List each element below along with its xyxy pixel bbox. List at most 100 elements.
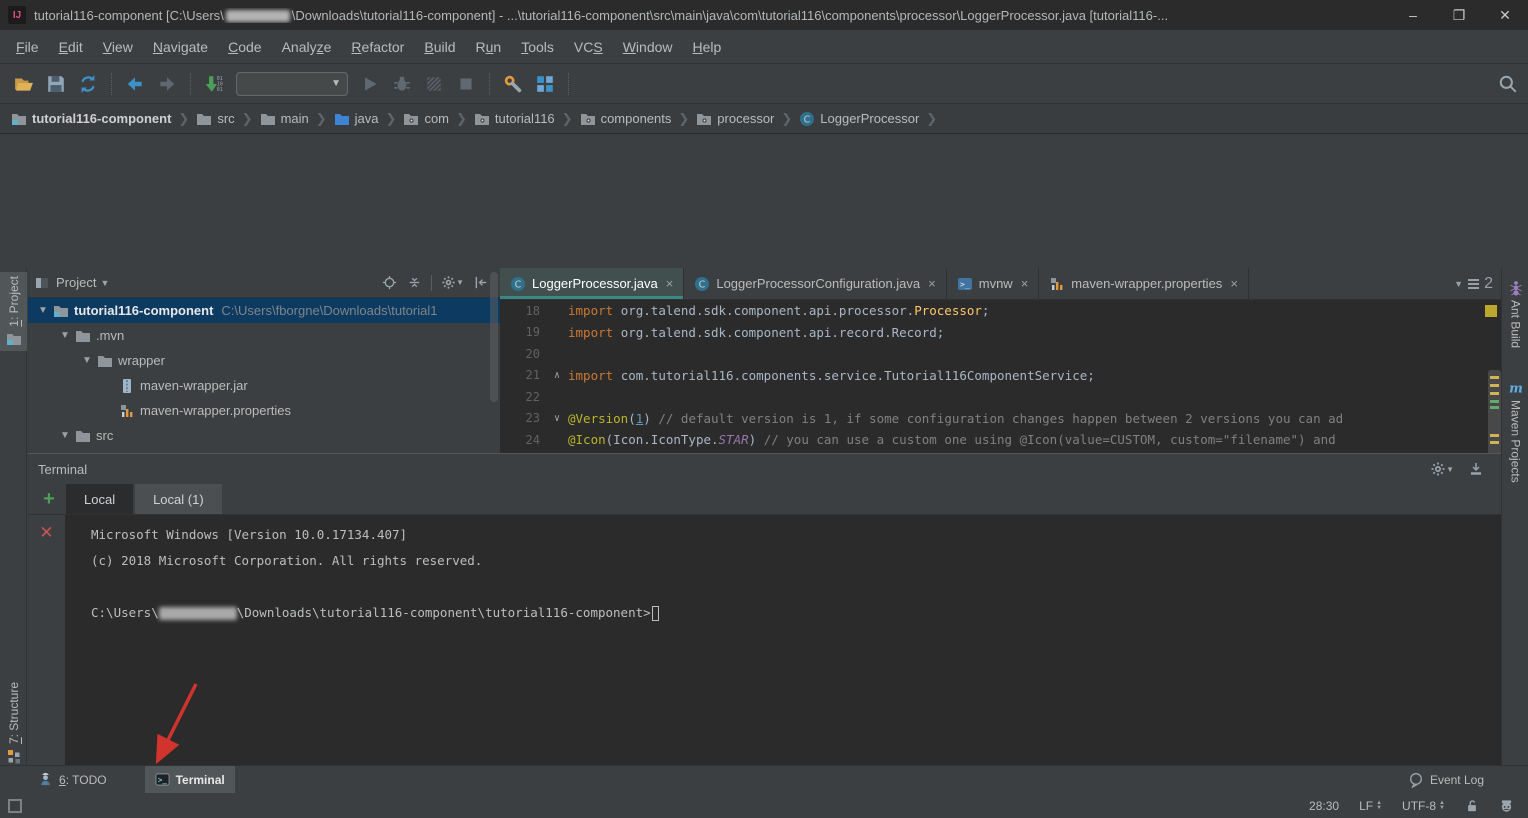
breadcrumb-item-processor[interactable]: processor [693, 111, 777, 127]
code-line-22[interactable]: 22 [500, 386, 1501, 408]
breadcrumb-item-java[interactable]: java [331, 111, 382, 127]
terminal-tab-local[interactable]: Local [66, 484, 133, 514]
tool-button-maven-projects[interactable]: mMaven Projects [1502, 376, 1528, 487]
code-line-23[interactable]: 23∨@Version(1) // default version is 1, … [500, 408, 1501, 430]
breadcrumb-item-main[interactable]: main [257, 111, 312, 127]
menu-build[interactable]: Build [414, 35, 465, 59]
terminal-prompt-line[interactable]: C:\Users\\Downloads\tutorial116-componen… [91, 600, 1501, 626]
line-number[interactable]: 20 [500, 347, 546, 361]
code-line-20[interactable]: 20 [500, 343, 1501, 365]
menu-window[interactable]: Window [613, 35, 683, 59]
code-line-21[interactable]: 21∧import com.tutorial116.components.ser… [500, 365, 1501, 387]
todo-tool-button[interactable]: 6: TODO [28, 766, 117, 794]
menu-navigate[interactable]: Navigate [143, 35, 218, 59]
terminal-tab-local-1[interactable]: Local (1) [135, 484, 222, 514]
caret-position[interactable]: 28:30 [1309, 799, 1339, 813]
tool-window-toggle-icon[interactable] [8, 799, 22, 813]
expand-arrow-icon[interactable]: ▼ [34, 305, 52, 316]
collapse-all-icon[interactable] [407, 275, 422, 290]
tool-button-1-project[interactable]: 1: Project [0, 272, 27, 351]
debug-button[interactable] [388, 70, 416, 98]
menu-vcs[interactable]: VCS [564, 35, 613, 59]
inspection-status-indicator[interactable] [1485, 305, 1497, 317]
event-log-button[interactable]: Event Log [1398, 766, 1494, 794]
inspections-profile-icon[interactable] [1499, 798, 1514, 813]
terminal-tool-button[interactable]: >_ Terminal [145, 766, 235, 794]
tool-button-ant-build[interactable]: Ant Build [1502, 276, 1528, 352]
settings-button[interactable] [499, 70, 527, 98]
locate-icon[interactable] [382, 275, 397, 290]
new-session-icon[interactable]: + [32, 484, 66, 514]
expand-arrow-icon[interactable]: ▼ [56, 430, 74, 441]
tab-close-icon[interactable]: × [1230, 276, 1238, 291]
close-session-icon[interactable]: ✕ [39, 523, 53, 542]
tree-vertical-scrollbar[interactable] [490, 272, 498, 402]
terminal-output[interactable]: Microsoft Windows [Version 10.0.17134.40… [65, 515, 1501, 766]
tree-item-maven-wrapper-properties[interactable]: maven-wrapper.properties [28, 398, 500, 423]
make-project-button[interactable]: 011001 [200, 70, 228, 98]
line-number[interactable]: 22 [500, 390, 546, 404]
project-structure-button[interactable] [531, 70, 559, 98]
editor-scrollbar[interactable] [1488, 370, 1501, 466]
run-button[interactable] [356, 70, 384, 98]
line-number[interactable]: 18 [500, 304, 546, 318]
menu-code[interactable]: Code [218, 35, 271, 59]
tab-close-icon[interactable]: × [1021, 276, 1029, 291]
editor-tab-maven-wrapper-properties[interactable]: maven-wrapper.properties× [1039, 268, 1249, 299]
tool-button-7-structure[interactable]: 7: Structure [0, 678, 27, 768]
breadcrumb-item-components[interactable]: components [577, 111, 675, 127]
close-button[interactable]: ✕ [1482, 0, 1528, 30]
coverage-button[interactable] [420, 70, 448, 98]
gear-icon[interactable]: ▼ [1430, 461, 1454, 477]
menu-analyze[interactable]: Analyze [272, 35, 342, 59]
tree-item-maven-wrapper-jar[interactable]: maven-wrapper.jar [28, 373, 500, 398]
file-encoding[interactable]: UTF-8▲▼ [1402, 799, 1445, 813]
synchronize-button[interactable] [74, 70, 102, 98]
line-separator[interactable]: LF▲▼ [1359, 799, 1382, 813]
breadcrumb-item-src[interactable]: src [193, 111, 237, 127]
code-line-18[interactable]: 18import org.talend.sdk.component.api.pr… [500, 300, 1501, 322]
fold-marker-icon[interactable]: ∧ [546, 370, 568, 381]
menu-file[interactable]: File [6, 35, 49, 59]
menu-run[interactable]: Run [466, 35, 512, 59]
menu-view[interactable]: View [93, 35, 143, 59]
save-all-button[interactable] [42, 70, 70, 98]
code-line-19[interactable]: 19import org.talend.sdk.component.api.re… [500, 322, 1501, 344]
editor-tab-loggerprocessorconfiguration-java[interactable]: CLoggerProcessorConfiguration.java× [684, 268, 946, 299]
unlock-icon[interactable] [1465, 799, 1479, 813]
hide-panel-icon[interactable] [474, 275, 489, 290]
hidden-tabs-dropdown[interactable]: ▼2 [1454, 268, 1501, 299]
line-number[interactable]: 21 [500, 368, 546, 382]
project-panel-title[interactable]: Project [56, 275, 96, 290]
gear-icon[interactable]: ▼ [441, 275, 464, 290]
back-button[interactable] [121, 70, 149, 98]
tree-item-tutorial116-component[interactable]: ▼tutorial116-componentC:\Users\fborgne\D… [28, 298, 500, 323]
tree-item-src[interactable]: ▼src [28, 423, 500, 448]
forward-button[interactable] [153, 70, 181, 98]
menu-refactor[interactable]: Refactor [341, 35, 414, 59]
menu-help[interactable]: Help [683, 35, 732, 59]
breadcrumb-item-com[interactable]: com [400, 111, 452, 127]
tree-item-mvn[interactable]: ▼.mvn [28, 323, 500, 348]
breadcrumb-item-tutorial116[interactable]: tutorial116 [471, 111, 558, 127]
expand-arrow-icon[interactable]: ▼ [56, 330, 74, 341]
editor-tab-loggerprocessor-java[interactable]: CLoggerProcessor.java× [500, 268, 684, 299]
minimize-button[interactable]: – [1390, 0, 1436, 30]
stop-button[interactable] [452, 70, 480, 98]
editor-tab-mvnw[interactable]: >_mvnw× [947, 268, 1040, 299]
run-configurations-combo[interactable]: ▼ [236, 72, 348, 96]
tree-item-wrapper[interactable]: ▼wrapper [28, 348, 500, 373]
breadcrumb-item-loggerprocessor[interactable]: CLoggerProcessor [796, 111, 922, 127]
search-icon[interactable] [1498, 74, 1518, 94]
line-number[interactable]: 23 [500, 411, 546, 425]
menu-edit[interactable]: Edit [49, 35, 93, 59]
line-number[interactable]: 24 [500, 433, 546, 447]
hide-panel-down-icon[interactable] [1468, 461, 1484, 477]
menu-tools[interactable]: Tools [511, 35, 564, 59]
maximize-button[interactable]: ❐ [1436, 0, 1482, 30]
tab-close-icon[interactable]: × [666, 276, 674, 291]
fold-marker-icon[interactable]: ∨ [546, 413, 568, 424]
expand-arrow-icon[interactable]: ▼ [78, 355, 96, 366]
breadcrumb-item-tutorial116-component[interactable]: tutorial116-component [8, 111, 174, 127]
code-line-24[interactable]: 24@Icon(Icon.IconType.STAR) // you can u… [500, 429, 1501, 451]
